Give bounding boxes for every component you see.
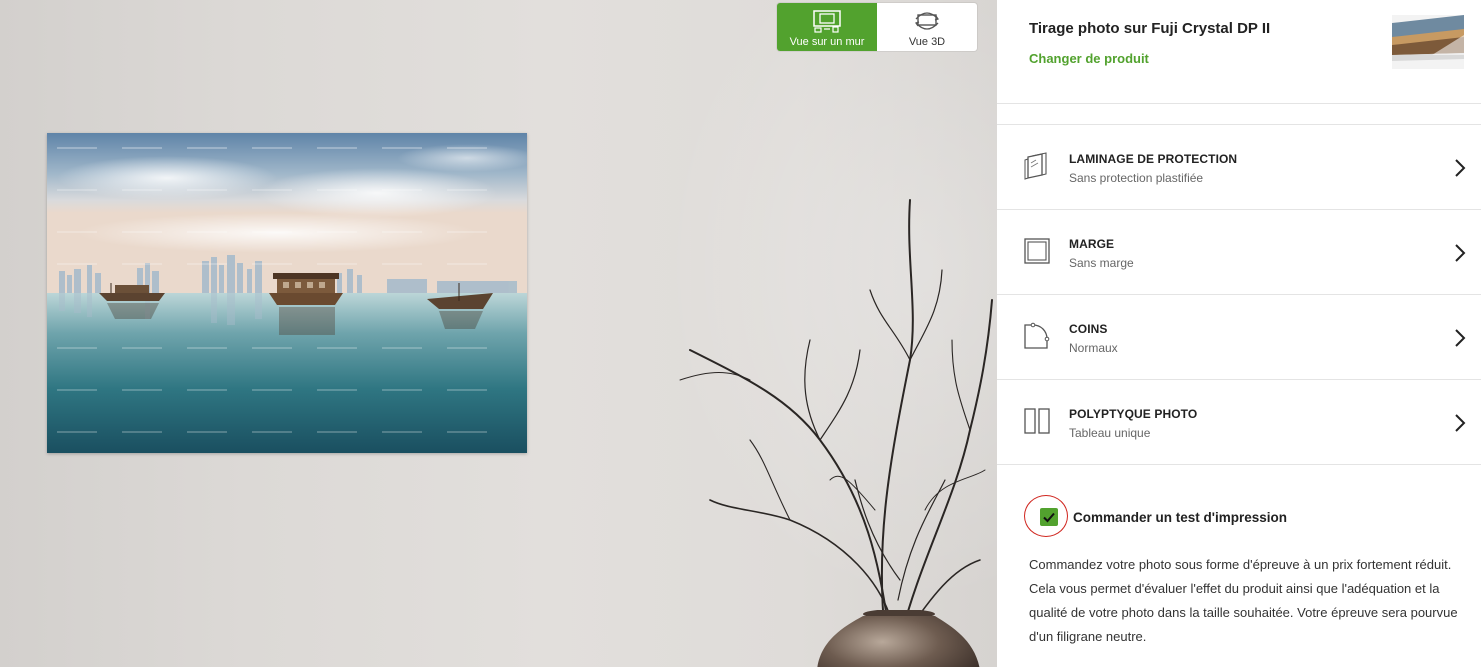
options-list: LAMINAGE DE PROTECTION Sans protection p… <box>997 124 1481 465</box>
test-print-label[interactable]: Commander un test d'impression <box>1073 510 1287 525</box>
option-corners[interactable]: COINS Normaux <box>997 295 1481 380</box>
change-product-link[interactable]: Changer de produit <box>1029 51 1149 66</box>
product-header: Tirage photo sur Fuji Crystal DP II Chan… <box>997 0 1481 104</box>
product-thumbnail <box>1392 15 1464 69</box>
test-print-checkbox[interactable] <box>1040 508 1058 526</box>
margin-icon <box>1024 238 1050 264</box>
chevron-right-icon <box>1455 159 1466 177</box>
configuration-panel: Tirage photo sur Fuji Crystal DP II Chan… <box>997 0 1481 667</box>
3d-view-button[interactable]: Vue 3D <box>877 3 977 51</box>
decorative-vase <box>817 610 980 667</box>
test-print-description: Commandez votre photo sous forme d'épreu… <box>1029 557 1458 644</box>
lamination-icon <box>1024 152 1047 180</box>
option-lamination-title: LAMINAGE DE PROTECTION <box>1069 152 1238 166</box>
option-corners-title: COINS <box>1069 322 1108 336</box>
wall-view-icon <box>813 10 841 33</box>
option-polyptych-title: POLYPTYQUE PHOTO <box>1069 407 1198 421</box>
polyptych-icon <box>1024 408 1050 434</box>
option-margin-value: Sans marge <box>1069 256 1134 270</box>
option-corners-value: Normaux <box>1069 341 1118 355</box>
product-configurator: Vue sur un mur Vue 3D Tirage photo sur F… <box>0 0 1481 667</box>
wall-preview: Vue sur un mur Vue 3D <box>0 0 997 667</box>
decorative-branches <box>679 199 993 641</box>
chevron-right-icon <box>1455 414 1466 432</box>
option-polyptych-value: Tableau unique <box>1069 426 1151 440</box>
product-title: Tirage photo sur Fuji Crystal DP II <box>1029 20 1271 37</box>
3d-view-label: Vue 3D <box>908 36 946 48</box>
option-lamination[interactable]: LAMINAGE DE PROTECTION Sans protection p… <box>997 125 1481 210</box>
3d-view-icon <box>915 12 939 30</box>
option-lamination-value: Sans protection plastifiée <box>1069 171 1204 185</box>
wall-view-button[interactable]: Vue sur un mur <box>777 3 877 51</box>
option-polyptych[interactable]: POLYPTYQUE PHOTO Tableau unique <box>997 380 1481 465</box>
view-toggle: Vue sur un mur Vue 3D <box>777 3 977 51</box>
corner-icon <box>1024 322 1050 349</box>
chevron-right-icon <box>1455 244 1466 262</box>
photo-print-preview <box>47 133 527 453</box>
option-margin[interactable]: MARGE Sans marge <box>997 210 1481 295</box>
checkmark-icon <box>1043 512 1055 523</box>
wall-view-label: Vue sur un mur <box>789 36 865 48</box>
chevron-right-icon <box>1455 329 1466 347</box>
option-margin-title: MARGE <box>1069 237 1115 251</box>
boat-center <box>269 273 343 305</box>
